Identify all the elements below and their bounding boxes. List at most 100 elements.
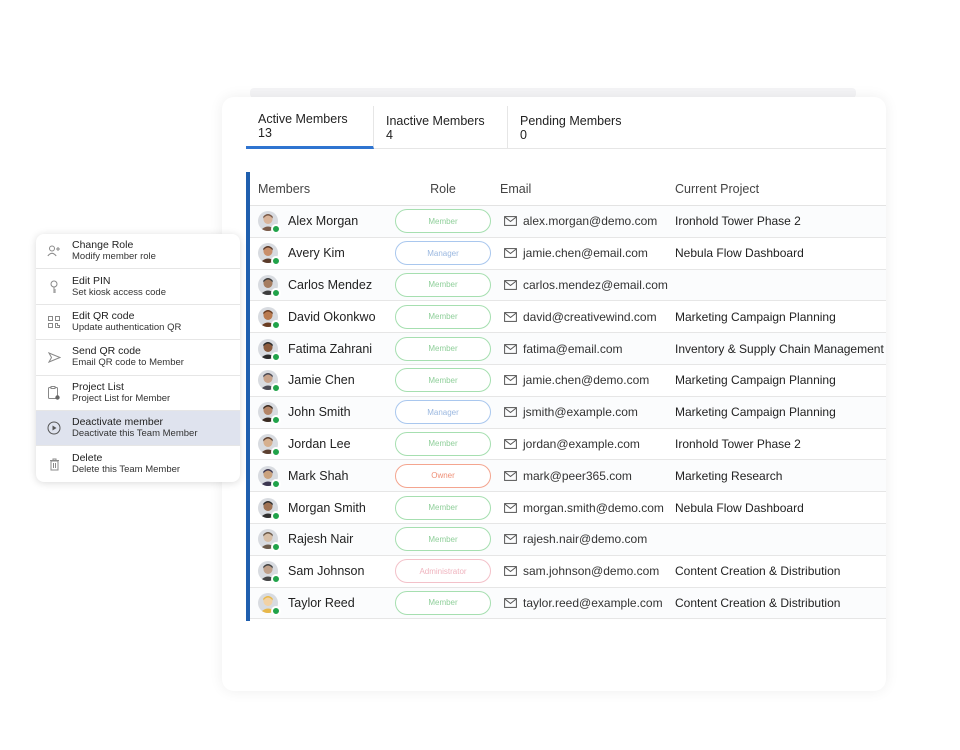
- online-status-dot: [271, 256, 281, 267]
- member-name[interactable]: Avery Kim: [288, 246, 345, 260]
- avatar: [258, 211, 281, 235]
- qr-code-icon: [36, 315, 72, 328]
- menu-item-edit-pin[interactable]: Edit PIN Set kiosk access code: [36, 269, 240, 305]
- tab-pending-members[interactable]: Pending Members 0: [508, 106, 636, 149]
- menu-item-text: Send QR code Email QR code to Member: [72, 345, 184, 369]
- member-name[interactable]: Morgan Smith: [288, 501, 366, 515]
- table-row[interactable]: John Smith Manager jsmith@example.com Ma…: [250, 396, 886, 429]
- role-badge[interactable]: Member: [395, 209, 491, 234]
- send-icon: [36, 351, 72, 363]
- menu-item-subtitle: Deactivate this Team Member: [72, 428, 198, 440]
- table-row[interactable]: Avery Kim Manager jamie.chen@email.com N…: [250, 238, 886, 270]
- menu-item-title: Send QR code: [72, 345, 141, 358]
- member-email[interactable]: rajesh.nair@demo.com: [523, 532, 647, 546]
- role-cell: Member: [390, 272, 496, 297]
- mail-icon: [504, 566, 517, 577]
- role-badge[interactable]: Owner: [395, 463, 491, 488]
- member-email[interactable]: sam.johnson@demo.com: [523, 564, 659, 578]
- role-badge[interactable]: Member: [395, 527, 491, 552]
- table-row[interactable]: Jamie Chen Member jamie.chen@demo.com Ma…: [250, 365, 886, 397]
- member-email[interactable]: david@creativewind.com: [523, 310, 657, 324]
- member-project: Nebula Flow Dashboard: [675, 500, 804, 515]
- member-email[interactable]: taylor.reed@example.com: [523, 596, 663, 610]
- role-badge[interactable]: Administrator: [395, 559, 491, 584]
- table-row[interactable]: Sam Johnson Administrator sam.johnson@de…: [250, 556, 886, 588]
- column-header-project[interactable]: Current Project: [671, 182, 886, 196]
- menu-item-change-role[interactable]: Change Role Modify member role: [36, 234, 240, 270]
- member-name[interactable]: Taylor Reed: [288, 596, 355, 610]
- trash-icon: [36, 458, 72, 471]
- role-badge[interactable]: Member: [395, 304, 491, 329]
- member-cell: Jordan Lee: [250, 433, 390, 457]
- table-row[interactable]: Rajesh Nair Member rajesh.nair@demo.com: [250, 523, 886, 556]
- member-name[interactable]: John Smith: [288, 405, 351, 419]
- menu-item-deactivate-member[interactable]: Deactivate member Deactivate this Team M…: [36, 410, 240, 447]
- menu-item-edit-qr-code[interactable]: Edit QR code Update authentication QR: [36, 305, 240, 341]
- column-header-email[interactable]: Email: [496, 182, 671, 196]
- member-name[interactable]: Fatima Zahrani: [288, 342, 372, 356]
- menu-item-text: Edit QR code Update authentication QR: [72, 310, 181, 334]
- online-status-dot: [271, 542, 281, 553]
- role-badge[interactable]: Member: [395, 368, 491, 393]
- role-badge[interactable]: Member: [395, 431, 491, 456]
- table-row[interactable]: Taylor Reed Member taylor.reed@example.c…: [250, 587, 886, 620]
- member-email[interactable]: jordan@example.com: [523, 437, 640, 451]
- menu-item-title: Change Role: [72, 239, 134, 252]
- mail-icon: [504, 407, 517, 418]
- member-name[interactable]: Jordan Lee: [288, 437, 351, 451]
- member-email[interactable]: mark@peer365.com: [523, 469, 632, 483]
- member-name[interactable]: Mark Shah: [288, 469, 348, 483]
- member-email[interactable]: carlos.mendez@email.com: [523, 278, 668, 292]
- role-badge[interactable]: Manager: [395, 241, 491, 266]
- member-cell: John Smith: [250, 402, 390, 426]
- role-badge[interactable]: Member: [395, 336, 491, 361]
- member-name[interactable]: Alex Morgan: [288, 214, 358, 228]
- tab-active-members[interactable]: Active Members 13: [246, 106, 374, 149]
- member-name[interactable]: David Okonkwo: [288, 310, 376, 324]
- online-status-dot: [271, 510, 281, 521]
- avatar: [258, 370, 281, 394]
- column-header-members[interactable]: Members: [250, 182, 390, 196]
- column-header-role[interactable]: Role: [390, 182, 496, 196]
- member-email[interactable]: jamie.chen@email.com: [523, 246, 648, 260]
- online-status-dot: [271, 319, 281, 330]
- role-cell: Member: [390, 209, 496, 234]
- table-header: Members Role Email Current Project: [250, 172, 886, 206]
- tab-inactive-members[interactable]: Inactive Members 4: [374, 106, 508, 149]
- role-badge[interactable]: Member: [395, 272, 491, 297]
- member-name[interactable]: Jamie Chen: [288, 373, 355, 387]
- menu-item-project-list[interactable]: Project List Project List for Member: [36, 376, 240, 411]
- table-row[interactable]: David Okonkwo Member david@creativewind.…: [250, 301, 886, 334]
- avatar: [258, 402, 281, 426]
- member-email[interactable]: jamie.chen@demo.com: [523, 373, 649, 387]
- member-project: Content Creation & Distribution: [675, 595, 841, 610]
- member-project: Ironhold Tower Phase 2: [675, 436, 801, 451]
- menu-item-send-qr-code[interactable]: Send QR code Email QR code to Member: [36, 340, 240, 376]
- table-row[interactable]: Carlos Mendez Member carlos.mendez@email…: [250, 269, 886, 302]
- table-row[interactable]: Mark Shah Owner mark@peer365.com Marketi…: [250, 460, 886, 493]
- member-email[interactable]: alex.morgan@demo.com: [523, 214, 657, 228]
- member-name[interactable]: Rajesh Nair: [288, 532, 353, 546]
- table-row[interactable]: Alex Morgan Member alex.morgan@demo.com …: [250, 206, 886, 238]
- member-name[interactable]: Carlos Mendez: [288, 278, 372, 292]
- email-cell: rajesh.nair@demo.com: [496, 532, 671, 546]
- member-name[interactable]: Sam Johnson: [288, 564, 364, 578]
- table-row[interactable]: Morgan Smith Member morgan.smith@demo.co…: [250, 492, 886, 524]
- role-cell: Manager: [390, 241, 496, 266]
- member-email[interactable]: jsmith@example.com: [523, 405, 638, 419]
- role-badge[interactable]: Member: [395, 495, 491, 520]
- menu-item-delete[interactable]: Delete Delete this Team Member: [36, 446, 240, 481]
- mail-icon: [504, 534, 517, 545]
- menu-item-title: Delete: [72, 452, 103, 465]
- role-badge[interactable]: Member: [395, 590, 491, 615]
- table-row[interactable]: Jordan Lee Member jordan@example.com Iro…: [250, 429, 886, 461]
- member-email[interactable]: fatima@email.com: [523, 342, 623, 356]
- member-email[interactable]: morgan.smith@demo.com: [523, 501, 664, 515]
- role-cell: Member: [390, 527, 496, 552]
- email-cell: carlos.mendez@email.com: [496, 278, 671, 292]
- member-project: Marketing Campaign Planning: [675, 309, 836, 324]
- email-cell: morgan.smith@demo.com: [496, 501, 671, 515]
- table-row[interactable]: Fatima Zahrani Member fatima@email.com I…: [250, 333, 886, 365]
- role-badge[interactable]: Manager: [395, 400, 491, 425]
- online-status-dot: [271, 415, 281, 426]
